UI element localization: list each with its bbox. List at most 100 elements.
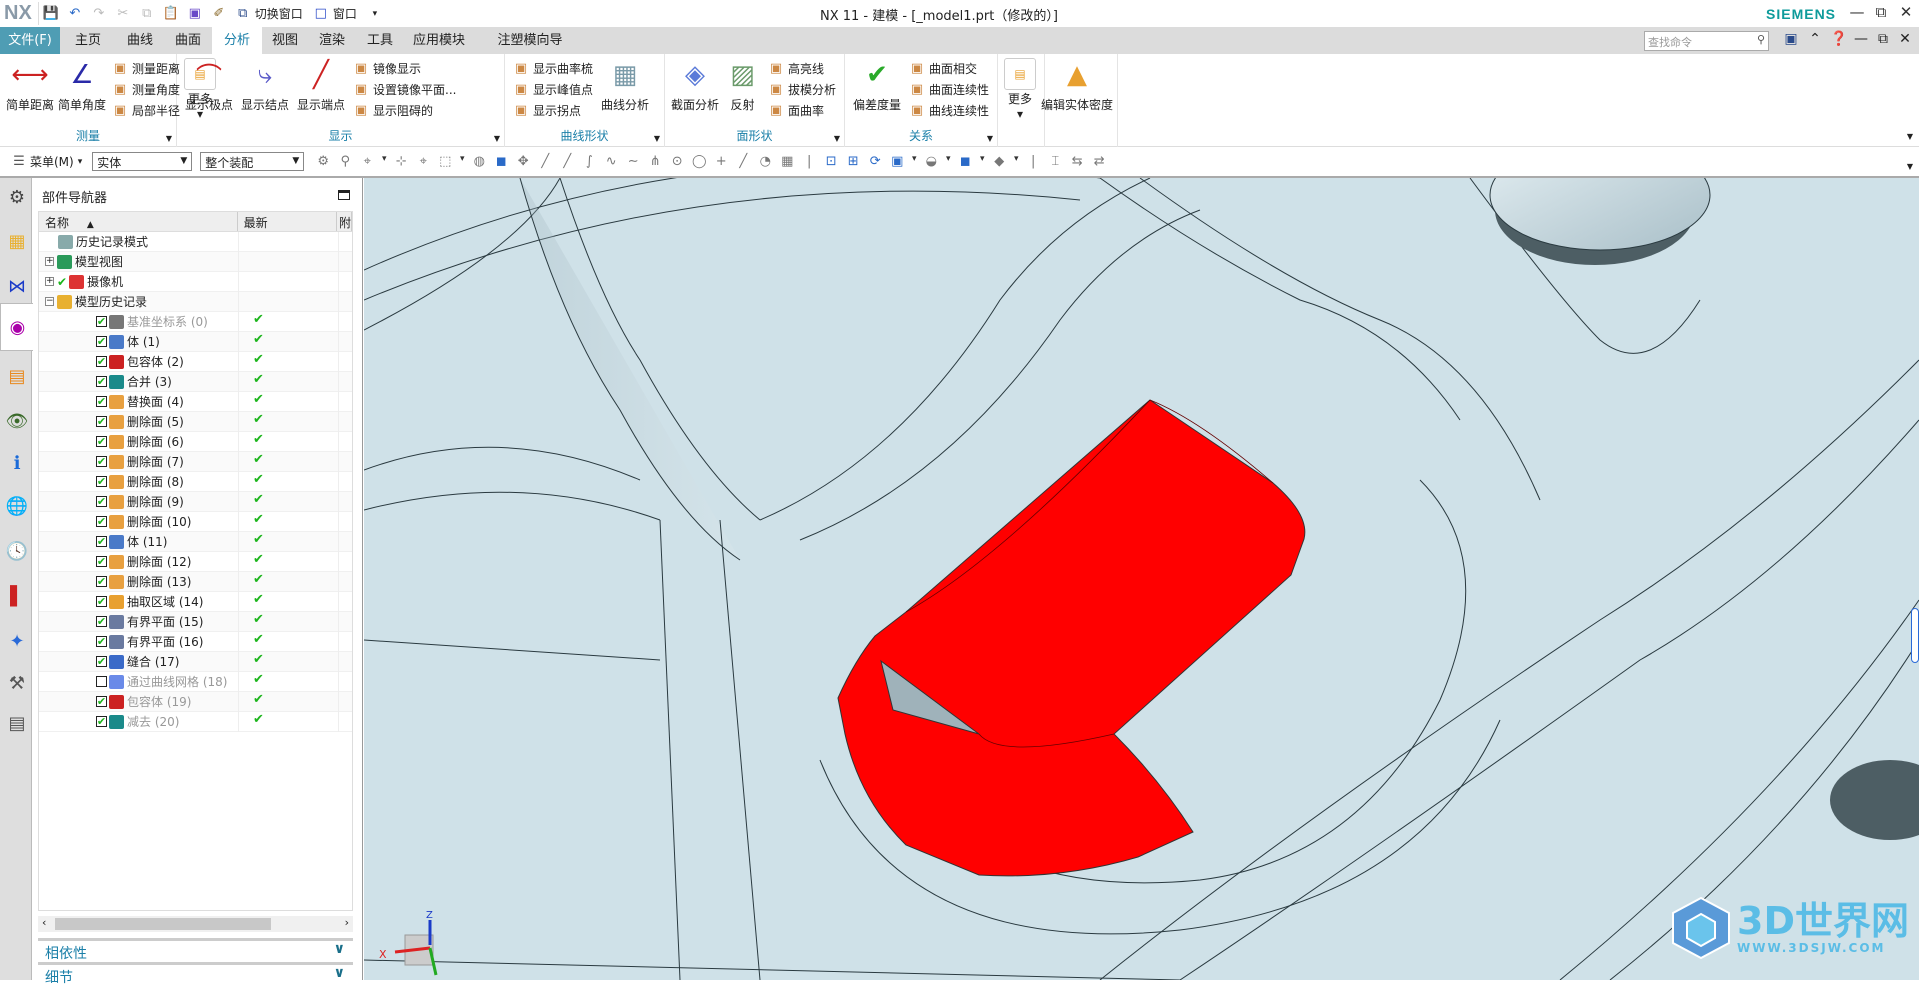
- roles-icon[interactable]: ⚒: [4, 670, 30, 696]
- settings-icon[interactable]: ⚙: [4, 184, 30, 210]
- toolbar-options-icon[interactable]: ▼: [1907, 162, 1913, 171]
- window-icon[interactable]: □: [311, 4, 331, 24]
- scope-filter-select[interactable]: 整个装配 ▼: [200, 152, 305, 171]
- help-icon[interactable]: ❓: [1828, 31, 1850, 47]
- expand-toggle-icon[interactable]: +: [45, 277, 54, 286]
- visibility-checkbox[interactable]: ✔: [96, 415, 107, 428]
- doc-close-icon[interactable]: ✕: [1894, 31, 1916, 47]
- visibility-checkbox[interactable]: ✔: [96, 695, 107, 708]
- tree-row[interactable]: ✔ 有界平面 (15) ✔: [39, 611, 352, 632]
- visibility-checkbox[interactable]: ✔: [96, 535, 107, 548]
- visibility-checkbox[interactable]: ✔: [96, 555, 107, 568]
- doc-minimize-icon[interactable]: —: [1850, 31, 1872, 47]
- visibility-checkbox[interactable]: ✔: [96, 715, 107, 728]
- undo-icon[interactable]: ↶: [65, 4, 85, 24]
- rotate-wcs-icon[interactable]: ⇄: [1089, 154, 1109, 169]
- column-header-name[interactable]: 名称 ▲: [39, 212, 238, 231]
- command-button[interactable]: ▣ 局部半径: [112, 100, 180, 121]
- command-button[interactable]: ▣ 曲线连续性: [909, 100, 989, 121]
- visibility-checkbox[interactable]: ✔: [96, 355, 107, 368]
- tree-row[interactable]: + ✔ 摄像机: [39, 271, 352, 292]
- copy-icon[interactable]: ⧉: [137, 4, 157, 24]
- visibility-checkbox[interactable]: ✔: [96, 635, 107, 648]
- face-icon[interactable]: ◔: [755, 154, 775, 169]
- visual-icon[interactable]: 👁: [4, 408, 30, 434]
- redo-icon[interactable]: ↷: [89, 4, 109, 24]
- group-dropdown-icon[interactable]: ▼: [987, 134, 993, 143]
- wave-icon[interactable]: ∼: [623, 154, 643, 169]
- command-button[interactable]: ▣ 高亮线: [768, 58, 836, 79]
- visibility-checkbox[interactable]: ✔: [96, 335, 107, 348]
- line-icon[interactable]: ╱: [557, 154, 577, 169]
- tab-8[interactable]: 应用模块: [404, 27, 474, 54]
- circle-center-icon[interactable]: ⊙: [667, 154, 687, 169]
- visibility-checkbox[interactable]: ✔: [96, 515, 107, 528]
- render-style-icon[interactable]: ◒: [921, 154, 941, 169]
- visibility-checkbox[interactable]: ✔: [96, 395, 107, 408]
- tree-row[interactable]: ✔ 替换面 (4) ✔: [39, 391, 352, 412]
- point-icon[interactable]: ⊹: [391, 154, 411, 169]
- visibility-checkbox[interactable]: ✔: [96, 475, 107, 488]
- command-search-input[interactable]: 查找命令 ⚲: [1644, 31, 1769, 51]
- box-select-icon[interactable]: ⬚: [435, 154, 455, 169]
- tab-9[interactable]: 注塑模向导: [474, 27, 586, 54]
- save-icon[interactable]: 💾: [41, 4, 61, 24]
- tree-row[interactable]: ✔ 包容体 (19) ✔: [39, 691, 352, 712]
- ribbon-options-icon[interactable]: ▼: [1907, 132, 1913, 141]
- collapse-ribbon-icon[interactable]: ⌃: [1804, 31, 1826, 47]
- tree-row[interactable]: ✔ 删除面 (13) ✔: [39, 571, 352, 592]
- group-dropdown-icon[interactable]: ▼: [834, 134, 840, 143]
- constraint-navigator-icon[interactable]: ⋈: [4, 273, 30, 299]
- dropdown-icon[interactable]: ▾: [909, 154, 919, 169]
- menu-button[interactable]: 菜单(M): [30, 153, 74, 170]
- history-icon[interactable]: 🕓: [4, 538, 30, 564]
- expand-toggle-icon[interactable]: −: [45, 297, 54, 306]
- paste-icon[interactable]: 📋: [161, 4, 181, 24]
- move-icon[interactable]: ✥: [513, 154, 533, 169]
- selection-filter-icon[interactable]: ⚲: [335, 154, 355, 169]
- density-button[interactable]: ▲ 编辑实体密度: [1041, 58, 1113, 147]
- group-dropdown-icon[interactable]: ▼: [654, 134, 660, 143]
- command-button[interactable]: ▣ 显示拐点: [513, 100, 593, 121]
- minimize-icon[interactable]: —: [1846, 3, 1868, 21]
- command-button[interactable]: ▣ 显示曲率梳: [513, 58, 593, 79]
- tree-row[interactable]: ✔ 基准坐标系 (0) ✔: [39, 311, 352, 332]
- system-scene-icon[interactable]: ▤: [4, 710, 30, 736]
- tree-row[interactable]: ✔ 体 (1) ✔: [39, 331, 352, 352]
- tree-row[interactable]: ✔ 删除面 (12) ✔: [39, 551, 352, 572]
- reuse-library-icon[interactable]: ▤: [4, 363, 30, 389]
- command-button[interactable]: ▣ 曲面相交: [909, 58, 989, 79]
- switch-window-icon[interactable]: ⧉: [233, 4, 253, 24]
- tab-0[interactable]: 文件(F): [0, 27, 60, 54]
- graphics-viewport[interactable]: Z X 3D世界网 WWW.3DSJW.COM: [364, 178, 1919, 980]
- tree-row[interactable]: ✔ 删除面 (5) ✔: [39, 411, 352, 432]
- window-menu-button[interactable]: 窗口: [333, 5, 357, 22]
- tree-row[interactable]: ✔ 删除面 (10) ✔: [39, 511, 352, 532]
- command-button[interactable]: ▣ 拔模分析: [768, 79, 836, 100]
- tab-6[interactable]: 渲染: [308, 27, 356, 54]
- command-button[interactable]: ▣ 面曲率: [768, 100, 836, 121]
- command-button[interactable]: ▣ 镜像显示: [353, 58, 456, 79]
- tab-7[interactable]: 工具: [356, 27, 404, 54]
- visibility-checkbox[interactable]: ✔: [96, 455, 107, 468]
- visibility-checkbox[interactable]: ✔: [96, 315, 107, 328]
- command-button[interactable]: ▣ 设置镜像平面...: [353, 79, 457, 100]
- command-button[interactable]: ▣ 显示峰值点: [513, 79, 593, 100]
- tab-1[interactable]: 主页: [60, 27, 116, 54]
- column-header-attached[interactable]: 附: [337, 212, 352, 231]
- tab-4[interactable]: 分析: [212, 27, 262, 54]
- wcs-icon[interactable]: ⌶: [1045, 154, 1065, 169]
- tree-row[interactable]: ✔ 删除面 (8) ✔: [39, 471, 352, 492]
- visibility-checkbox[interactable]: ✔: [96, 495, 107, 508]
- horizontal-scrollbar[interactable]: ‹ ›: [38, 916, 353, 932]
- doc-restore-icon[interactable]: ⧉: [1872, 31, 1894, 47]
- line-icon[interactable]: ╱: [535, 154, 555, 169]
- move-wcs-icon[interactable]: ⇆: [1067, 154, 1087, 169]
- command-button[interactable]: ▣ 曲面连续性: [909, 79, 989, 100]
- filter-icon[interactable]: ⚙: [313, 154, 333, 169]
- cube-icon[interactable]: ◼: [491, 154, 511, 169]
- process-studio-icon[interactable]: ✦: [4, 628, 30, 654]
- intersection-icon[interactable]: ⋔: [645, 154, 665, 169]
- tree-row[interactable]: ✔ 体 (11) ✔: [39, 531, 352, 552]
- type-filter-select[interactable]: 实体 ▼: [92, 152, 193, 171]
